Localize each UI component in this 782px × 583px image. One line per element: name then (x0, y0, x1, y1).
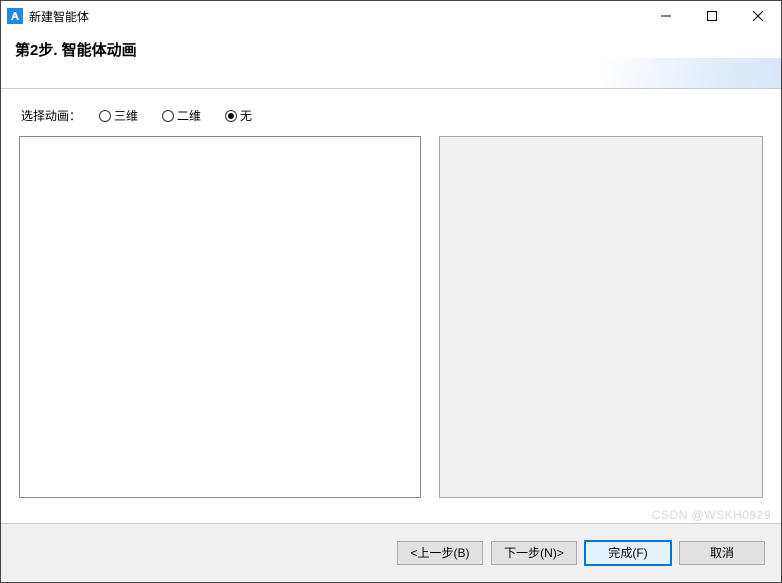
radio-3d-label: 三维 (114, 107, 138, 124)
wizard-footer: <上一步(B) 下一步(N)> 完成(F) 取消 (1, 523, 781, 581)
back-button[interactable]: <上一步(B) (397, 541, 483, 565)
maximize-button[interactable] (689, 1, 735, 31)
window-controls (643, 1, 781, 31)
preview-panel-left (19, 136, 421, 498)
minimize-button[interactable] (643, 1, 689, 31)
radio-2d-label: 二维 (177, 107, 201, 124)
title-bar: 新建智能体 (1, 1, 781, 31)
animation-radio-group: 选择动画： 三维 二维 无 (19, 107, 763, 124)
cancel-button[interactable]: 取消 (679, 541, 765, 565)
app-icon (7, 8, 23, 24)
wizard-content: 选择动画： 三维 二维 无 (1, 89, 781, 523)
radio-2d-indicator (162, 110, 174, 122)
step-title: 第2步. 智能体动画 (15, 39, 767, 60)
preview-panels (19, 136, 763, 498)
wizard-header: 第2步. 智能体动画 (1, 31, 781, 89)
radio-none-indicator (225, 110, 237, 122)
next-button[interactable]: 下一步(N)> (491, 541, 577, 565)
radio-2d[interactable]: 二维 (162, 107, 201, 124)
choose-animation-label: 选择动画： (21, 107, 81, 124)
radio-3d-indicator (99, 110, 111, 122)
window-title: 新建智能体 (29, 8, 89, 25)
radio-3d[interactable]: 三维 (99, 107, 138, 124)
close-button[interactable] (735, 1, 781, 31)
finish-button[interactable]: 完成(F) (585, 541, 671, 565)
radio-none[interactable]: 无 (225, 107, 252, 124)
radio-none-label: 无 (240, 107, 252, 124)
preview-panel-right (439, 136, 763, 498)
